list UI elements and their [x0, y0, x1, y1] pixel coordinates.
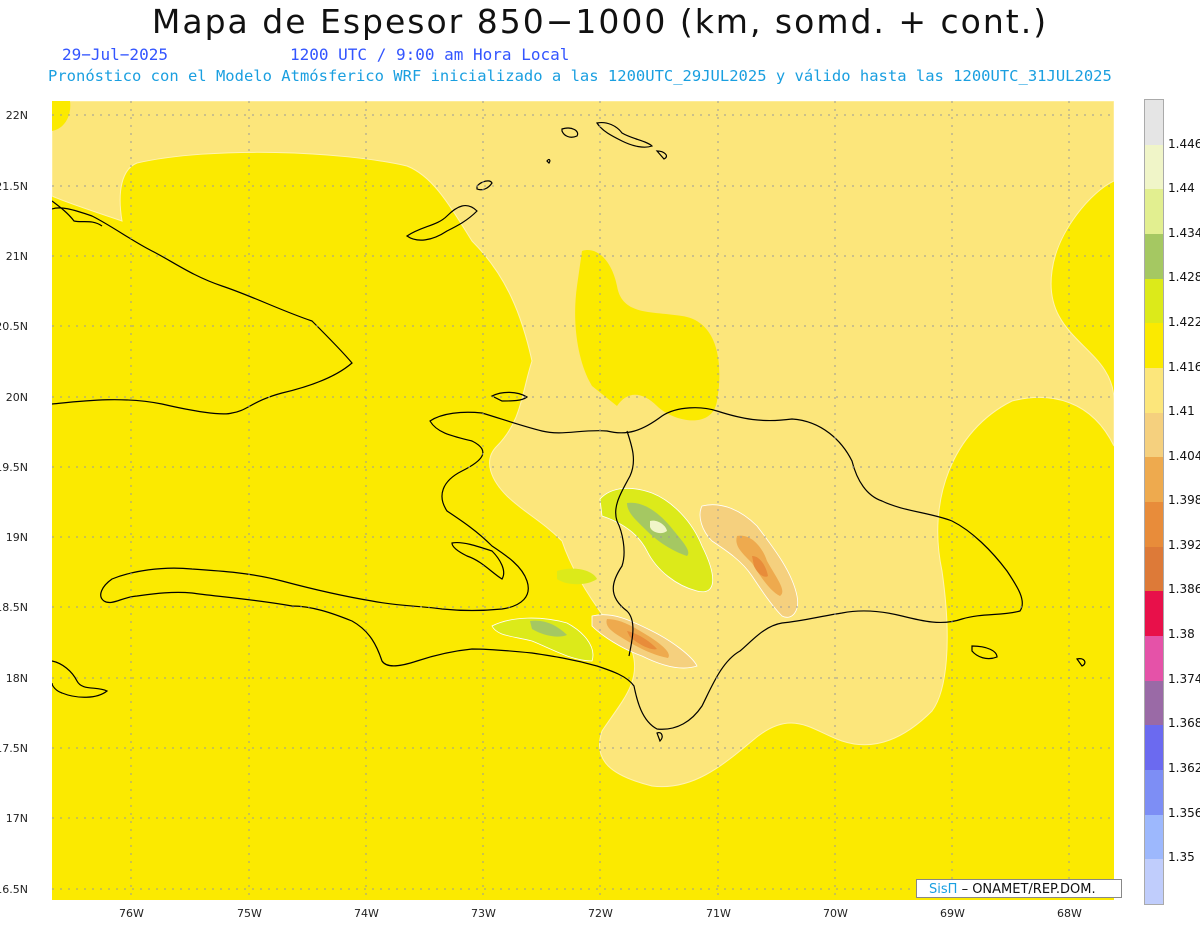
lat-label: 17.5N: [0, 742, 28, 755]
colorbar-label: 1.356: [1168, 806, 1200, 820]
colorbar-label: 1.422: [1168, 315, 1200, 329]
colorbar-label: 1.41: [1168, 404, 1195, 418]
credit-brand: SisΠ: [929, 882, 958, 897]
forecast-description: Pronóstico con el Modelo Atmósferico WRF…: [48, 67, 1112, 85]
credit-box: SisΠ – ONAMET/REP.DOM.: [916, 879, 1122, 898]
colorbar-label: 1.362: [1168, 761, 1200, 775]
lat-label: 21.5N: [0, 180, 28, 193]
lon-label: 76W: [119, 907, 144, 920]
colorbar-segment: [1145, 725, 1163, 771]
colorbar-label: 1.416: [1168, 360, 1200, 374]
colorbar-label: 1.392: [1168, 538, 1200, 552]
lon-label: 68W: [1057, 907, 1082, 920]
colorbar-segment: [1145, 368, 1163, 414]
colorbar-label: 1.428: [1168, 270, 1200, 284]
colorbar-segment: [1145, 859, 1163, 905]
lon-label: 72W: [588, 907, 613, 920]
colorbar-segment: [1145, 278, 1163, 324]
colorbar-segment: [1145, 770, 1163, 816]
colorbar-segment: [1145, 636, 1163, 682]
lat-label: 19.5N: [0, 461, 28, 474]
colorbar-segment: [1145, 323, 1163, 369]
lon-label: 73W: [471, 907, 496, 920]
lat-label: 17N: [5, 812, 28, 825]
colorbar-segment: [1145, 234, 1163, 280]
lat-label: 16.5N: [0, 883, 28, 896]
colorbar-label: 1.368: [1168, 716, 1200, 730]
colorbar-segment: [1145, 502, 1163, 548]
colorbar-label: 1.38: [1168, 627, 1195, 641]
colorbar-segment: [1145, 680, 1163, 726]
colorbar-label: 1.434: [1168, 226, 1200, 240]
colorbar-segment: [1145, 412, 1163, 458]
colorbar-label: 1.35: [1168, 850, 1195, 864]
colorbar-segment: [1145, 546, 1163, 592]
lon-label: 70W: [823, 907, 848, 920]
colorbar-label: 1.44: [1168, 181, 1195, 195]
lat-label: 18.5N: [0, 601, 28, 614]
lon-label: 75W: [237, 907, 262, 920]
lat-label: 20.5N: [0, 320, 28, 333]
colorbar-label: 1.446: [1168, 137, 1200, 151]
forecast-date: 29−Jul−2025: [62, 45, 168, 64]
map-title: Mapa de Espesor 850−1000 (km, somd. + co…: [151, 2, 1049, 41]
colorbar-label: 1.386: [1168, 582, 1200, 596]
lon-label: 74W: [354, 907, 379, 920]
lat-label: 18N: [5, 672, 28, 685]
forecast-time: 1200 UTC / 9:00 am Hora Local: [290, 45, 570, 64]
lat-label: 22N: [5, 109, 28, 122]
colorbar-segment: [1145, 100, 1163, 146]
lat-label: 20N: [5, 391, 28, 404]
colorbar-segment: [1145, 591, 1163, 637]
colorbar-segment: [1145, 457, 1163, 503]
colorbar-segment: [1145, 144, 1163, 190]
lat-label: 21N: [5, 250, 28, 263]
colorbar-label: 1.398: [1168, 493, 1200, 507]
colorbar-segment: [1145, 814, 1163, 860]
colorbar-label: 1.374: [1168, 672, 1200, 686]
colorbar-label: 1.404: [1168, 449, 1200, 463]
credit-text: – ONAMET/REP.DOM.: [961, 882, 1096, 897]
thickness-map: [52, 101, 1114, 900]
lon-label: 69W: [940, 907, 965, 920]
colorbar: [1144, 99, 1164, 905]
lat-label: 19N: [5, 531, 28, 544]
lon-label: 71W: [706, 907, 731, 920]
colorbar-segment: [1145, 189, 1163, 235]
